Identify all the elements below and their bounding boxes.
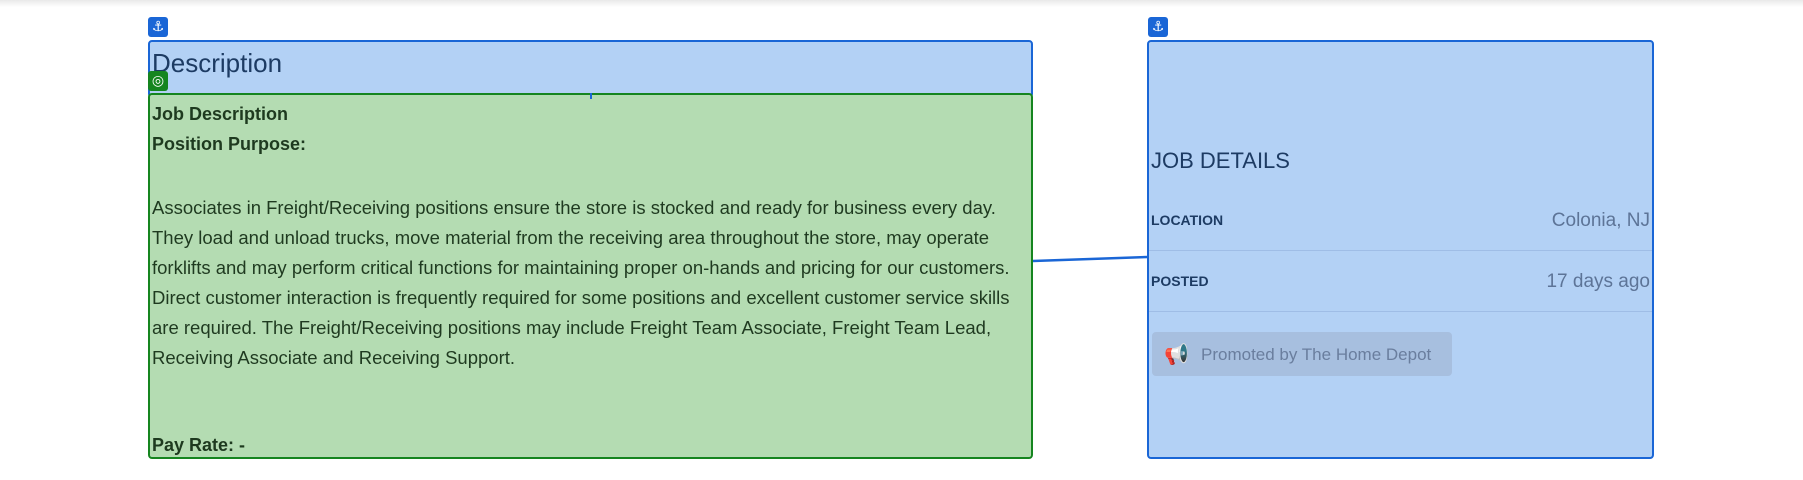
megaphone-icon: 📢 bbox=[1164, 342, 1189, 366]
anchor-icon[interactable]: ⚓ bbox=[148, 17, 168, 37]
details-divider bbox=[1149, 311, 1652, 312]
posted-value: 17 days ago bbox=[1546, 271, 1650, 292]
job-description-heading: Job Description bbox=[152, 104, 289, 124]
location-label: LOCATION bbox=[1151, 212, 1224, 228]
position-purpose-heading: Position Purpose: bbox=[152, 134, 307, 154]
job-details-title: JOB DETAILS bbox=[1151, 148, 1290, 173]
description-title: Description bbox=[152, 48, 283, 78]
description-body-box: Job Description Position Purpose: Associ… bbox=[148, 93, 1033, 459]
anchor-icon[interactable]: ⚓ bbox=[1148, 17, 1168, 37]
job-details-box: JOB DETAILS LOCATION Colonia, NJ POSTED … bbox=[1147, 40, 1654, 459]
location-value: Colonia, NJ bbox=[1551, 210, 1650, 231]
top-shadow bbox=[0, 0, 1803, 7]
posted-label: POSTED bbox=[1151, 273, 1209, 289]
pay-rate: Pay Rate: - bbox=[152, 435, 246, 455]
description-header-box: Description bbox=[148, 40, 1033, 98]
details-divider bbox=[1149, 250, 1652, 251]
promoted-badge[interactable]: 📢 Promoted by The Home Depot bbox=[1152, 332, 1452, 376]
job-description-paragraph: Associates in Freight/Receiving position… bbox=[152, 197, 1010, 368]
target-icon[interactable]: ◎ bbox=[148, 71, 168, 91]
promoted-text: Promoted by The Home Depot bbox=[1201, 345, 1432, 364]
header-divider-tick bbox=[590, 93, 592, 99]
